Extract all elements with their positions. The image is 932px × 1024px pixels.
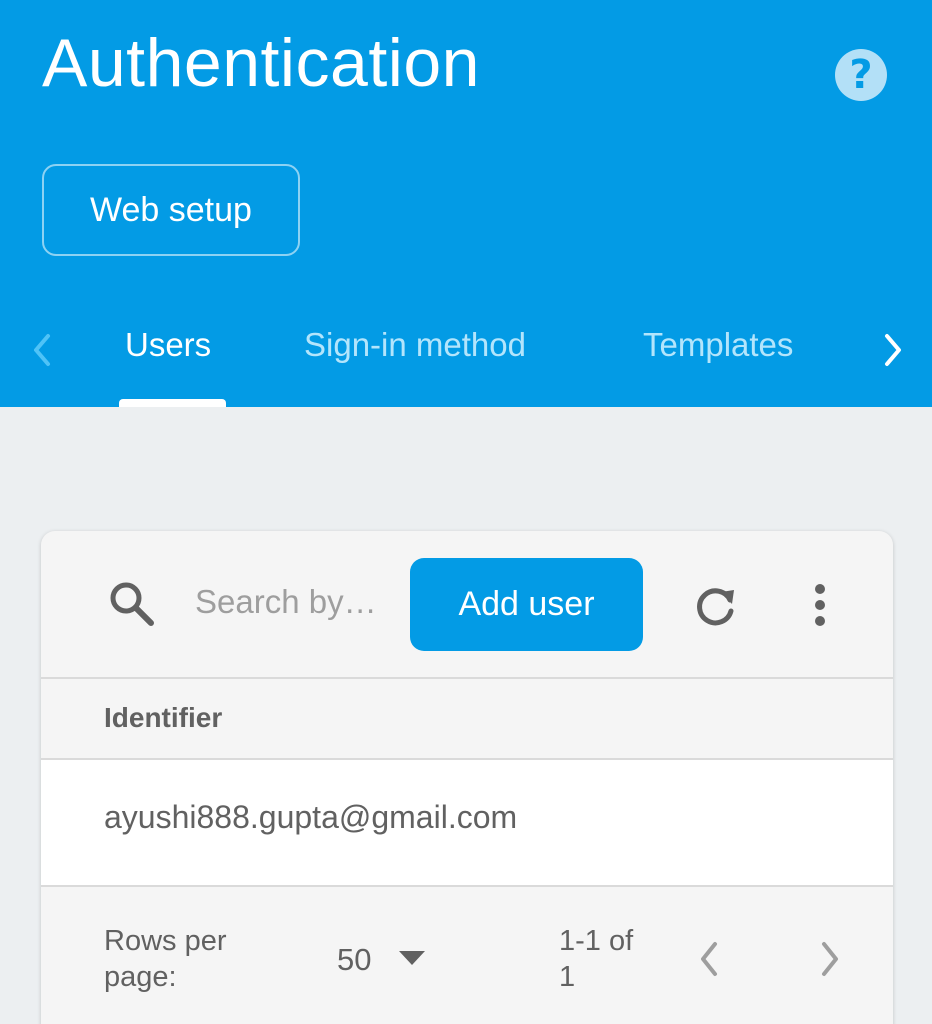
help-icon[interactable]: ? bbox=[835, 49, 887, 101]
users-card: Add user Identifier ayushi888.gupta@gmai… bbox=[41, 531, 893, 1024]
divider bbox=[41, 677, 893, 679]
add-user-button[interactable]: Add user bbox=[410, 558, 643, 651]
chevron-left-icon[interactable] bbox=[22, 330, 62, 370]
table-row[interactable]: ayushi888.gupta@gmail.com bbox=[41, 760, 893, 885]
chevron-right-icon[interactable] bbox=[873, 330, 913, 370]
active-tab-indicator bbox=[119, 399, 226, 407]
more-vert-icon[interactable] bbox=[801, 580, 839, 635]
page-header: Authentication ? Web setup Users Sign-in… bbox=[0, 0, 932, 407]
tab-templates[interactable]: Templates bbox=[643, 326, 793, 364]
search-input[interactable] bbox=[195, 579, 395, 625]
rows-per-page-select[interactable]: 50 bbox=[337, 942, 371, 978]
search-icon[interactable] bbox=[107, 579, 157, 634]
refresh-icon[interactable] bbox=[691, 580, 741, 635]
next-page-icon[interactable] bbox=[816, 938, 844, 985]
previous-page-icon[interactable] bbox=[695, 938, 723, 985]
pagination-range: 1-1 of 1 bbox=[559, 925, 634, 993]
rows-per-page-label: Rows per page: bbox=[104, 925, 227, 993]
divider bbox=[41, 885, 893, 887]
tab-users[interactable]: Users bbox=[125, 326, 211, 364]
page-title: Authentication bbox=[42, 25, 480, 101]
dropdown-arrow-icon[interactable] bbox=[398, 950, 426, 971]
web-setup-button[interactable]: Web setup bbox=[42, 164, 300, 256]
column-header-identifier: Identifier bbox=[104, 702, 223, 733]
tab-sign-in-method[interactable]: Sign-in method bbox=[304, 326, 526, 364]
user-identifier[interactable]: ayushi888.gupta@gmail.com bbox=[104, 799, 517, 836]
